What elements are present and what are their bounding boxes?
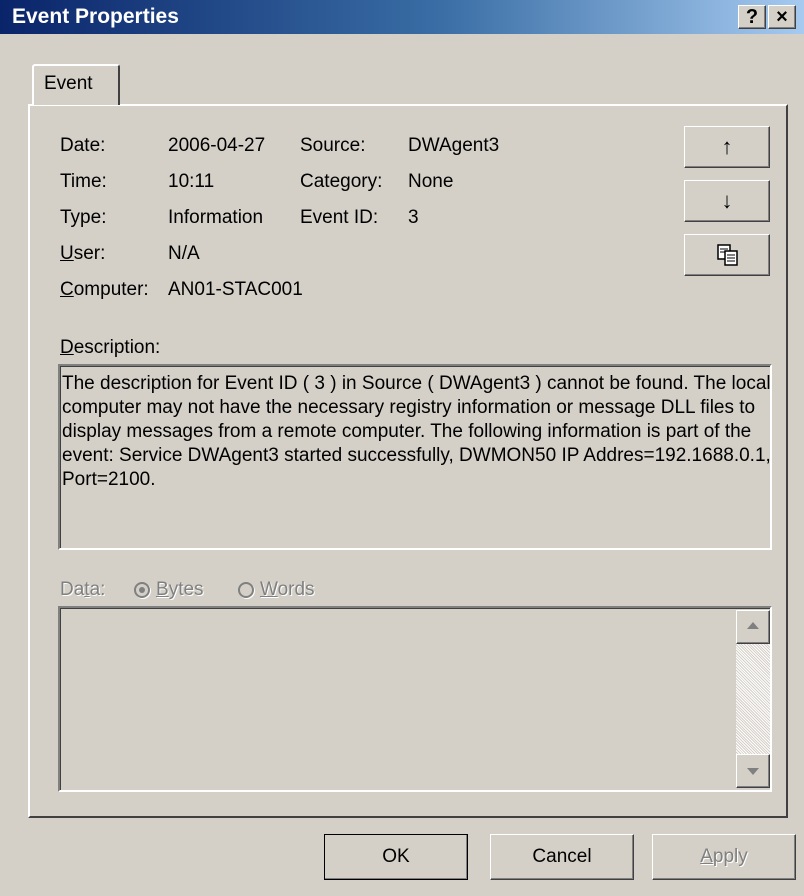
type-value: Information — [168, 207, 264, 228]
close-button[interactable]: × — [768, 5, 796, 29]
bytes-radio-label[interactable]: Bytes — [156, 578, 204, 602]
cancel-button[interactable]: Cancel — [490, 834, 634, 880]
source-value: DWAgent3 — [408, 135, 500, 156]
computer-label: Computer: — [60, 279, 149, 300]
user-value[interactable]: N/A — [168, 242, 200, 266]
words-radio[interactable] — [238, 582, 254, 598]
scroll-up-arrow-icon — [747, 622, 759, 629]
window-title: Event Properties — [12, 5, 179, 28]
next-event-button[interactable]: ↓ — [684, 180, 770, 222]
date-value: 2006-04-27 — [168, 135, 266, 156]
data-box[interactable] — [58, 606, 772, 792]
ok-button[interactable]: OK — [324, 834, 468, 880]
down-arrow-icon: ↓ — [721, 188, 733, 213]
type-label: Type: — [60, 207, 107, 228]
bytes-radio[interactable] — [134, 582, 150, 598]
help-button[interactable]: ? — [738, 5, 766, 29]
time-label: Time: — [60, 171, 107, 192]
scroll-down-arrow-icon — [747, 768, 759, 775]
category-label: Category: — [300, 171, 383, 192]
tab-event[interactable]: Event — [32, 64, 120, 105]
user-label: User: — [60, 243, 106, 264]
description-label: Description: — [60, 337, 161, 358]
tab-event-label: Event — [44, 73, 93, 94]
close-icon: × — [776, 6, 788, 28]
copy-button[interactable] — [684, 234, 770, 276]
description-text: The description for Event ID ( 3 ) in So… — [62, 373, 771, 490]
category-value: None — [408, 171, 454, 192]
date-label: Date: — [60, 135, 106, 156]
title-bar[interactable]: Event Properties ? × — [0, 0, 804, 34]
previous-event-button[interactable]: ↑ — [684, 126, 770, 168]
data-label: Data: — [60, 579, 106, 600]
computer-value[interactable]: AN01-STAC001 — [168, 278, 303, 302]
event-id-label: Event ID: — [300, 207, 379, 228]
words-radio-label[interactable]: Words — [260, 578, 315, 602]
apply-button[interactable]: Apply — [652, 834, 796, 880]
event-properties-dialog: Event Properties ? × Event Date: 2006-04… — [0, 0, 804, 896]
scroll-down-button[interactable] — [736, 754, 770, 788]
scroll-up-button[interactable] — [736, 610, 770, 644]
copy-icon — [717, 244, 738, 266]
event-id-value: 3 — [408, 207, 419, 228]
source-label: Source: — [300, 135, 366, 156]
help-icon: ? — [745, 6, 759, 28]
up-arrow-icon: ↑ — [721, 134, 733, 159]
time-value: 10:11 — [168, 171, 215, 192]
